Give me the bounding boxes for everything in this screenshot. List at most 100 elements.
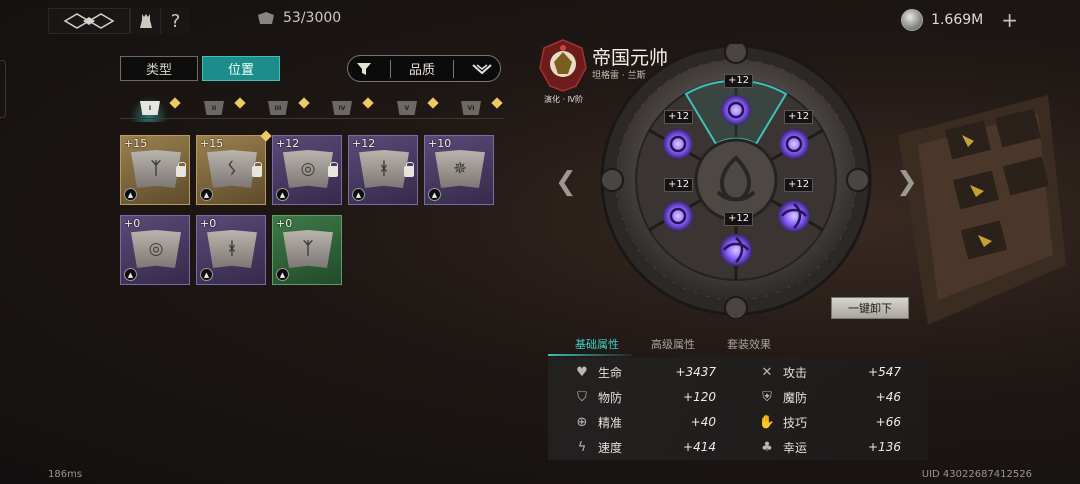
- tab-type[interactable]: 类型: [120, 56, 198, 81]
- rune-card[interactable]: +12 ᚼ ▲: [348, 135, 418, 205]
- slot-filter-2[interactable]: II: [204, 100, 224, 116]
- skill-icon: ✋: [758, 414, 776, 430]
- currency-display: 1.669M +: [901, 8, 1018, 32]
- filter-separator: [452, 59, 454, 78]
- stat-row: ϟ 速度 +414: [574, 436, 716, 458]
- stat-row: ✕ 攻击 +547: [759, 361, 901, 383]
- stat-row: ⛉ 物防 +120: [574, 386, 716, 408]
- slot-level-bottom-left: +12: [664, 178, 694, 192]
- rune-card[interactable]: +10 ✵ ▲: [424, 135, 494, 205]
- rune-card[interactable]: +0 ◎ ▲: [120, 215, 190, 285]
- rune-card[interactable]: +15 ᛉ ▲: [120, 135, 190, 205]
- rune-level: +0: [124, 217, 141, 230]
- slot-level-bottom-right: +12: [784, 178, 814, 192]
- game-logo-icon: [63, 13, 115, 29]
- rune-glyph: ◎: [300, 159, 316, 179]
- new-indicator-icon: [298, 97, 310, 109]
- slot-level-top-left: +12: [664, 110, 694, 124]
- rune-card[interactable]: +12 ◎ ▲: [272, 135, 342, 205]
- lock-icon: [328, 162, 338, 177]
- slot-position-row: I II III IV V VI: [120, 96, 504, 122]
- back-button[interactable]: [48, 8, 130, 34]
- currency-amount: 1.669M: [931, 12, 984, 28]
- new-indicator-icon: [491, 97, 503, 109]
- rune-glyph: ◎: [148, 239, 164, 259]
- heart-icon: ♥: [576, 364, 588, 380]
- new-indicator-icon: [362, 97, 374, 109]
- slot-filter-3[interactable]: III: [268, 100, 288, 116]
- active-tab-underline: [548, 354, 632, 356]
- rune-level: +12: [352, 137, 376, 150]
- rune-glyph: ᚼ: [226, 239, 238, 259]
- clover-icon: ♣: [761, 439, 773, 455]
- new-indicator-icon: [427, 97, 439, 109]
- tab-set-effects[interactable]: 套装效果: [727, 336, 771, 352]
- slot-level-top-right: +12: [784, 110, 814, 124]
- unequip-all-button[interactable]: 一键卸下: [831, 297, 909, 319]
- character-portrait-emblem: [539, 39, 587, 92]
- slot-divider: [120, 118, 504, 119]
- background-rune-box-icon: [898, 95, 1066, 325]
- rune-card[interactable]: +0 ᚼ ▲: [196, 215, 266, 285]
- slot-filter-1[interactable]: I: [140, 100, 160, 116]
- tab-basic-stats[interactable]: 基础属性: [575, 336, 619, 352]
- slot-level-top: +12: [724, 74, 754, 88]
- magic-shield-icon: ⛨: [762, 389, 772, 405]
- new-indicator-icon: [169, 97, 181, 109]
- quality-filter[interactable]: 品质: [347, 55, 501, 82]
- rune-card[interactable]: +15 ᛊ ▲: [196, 130, 272, 205]
- slot-level-bottom: +12: [724, 212, 754, 226]
- help-button[interactable]: ?: [160, 8, 190, 34]
- previous-character-button[interactable]: ❮: [555, 167, 577, 197]
- rune-inventory-grid: +15 ᛉ ▲ +15 ᛊ ▲ +12 ◎ ▲ +12 ᚼ ▲ +10 ✵ ▲ …: [120, 130, 500, 285]
- latency-readout: 186ms: [48, 469, 83, 480]
- new-indicator-icon: [234, 97, 246, 109]
- rune-level: +0: [200, 217, 217, 230]
- helmet-type-icon: ▲: [124, 188, 137, 201]
- stat-row: ♣ 幸运 +136: [759, 436, 901, 458]
- side-drawer-handle[interactable]: [0, 60, 6, 118]
- user-id: UID 43022687412526: [921, 469, 1032, 480]
- lock-icon: [252, 162, 262, 177]
- character-rank: 演化 · Ⅳ阶: [544, 95, 584, 104]
- rune-level: +15: [200, 137, 224, 150]
- rune-glyph: ᛉ: [150, 159, 162, 179]
- rune-wheel: +12 +12 +12 +12 +12 +12: [598, 40, 878, 320]
- stat-row: ✋ 技巧 +66: [758, 414, 901, 430]
- rune-level: +0: [276, 217, 293, 230]
- rune-glyph: ᛉ: [302, 239, 314, 259]
- rune-glyph: ✵: [452, 159, 468, 179]
- swords-icon: ✕: [761, 364, 773, 380]
- stat-row: ♥ 生命 +3437: [574, 361, 716, 383]
- tab-advanced-stats[interactable]: 高级属性: [651, 336, 695, 352]
- add-currency-button[interactable]: +: [1001, 8, 1018, 32]
- rune-glyph: ᚼ: [378, 159, 390, 179]
- helmet-type-icon: ▲: [276, 268, 289, 281]
- new-indicator-icon: [260, 130, 272, 142]
- slot-filter-6[interactable]: VI: [461, 100, 481, 116]
- rune-card[interactable]: +0 ᛉ ▲: [272, 215, 342, 285]
- shield-icon: ⛉: [577, 389, 587, 405]
- helmet-type-icon: ▲: [200, 188, 213, 201]
- helmet-type-icon: ▲: [124, 268, 137, 281]
- helmet-type-icon: ▲: [352, 188, 365, 201]
- stat-tabs: 基础属性 高级属性 套装效果: [548, 336, 928, 356]
- capacity-text: 53/3000: [283, 10, 342, 26]
- slot-filter-5[interactable]: V: [397, 100, 417, 116]
- rune-level: +12: [276, 137, 300, 150]
- lock-icon: [176, 162, 186, 177]
- next-character-button[interactable]: ❯: [896, 167, 918, 197]
- stat-row: ⛨ 魔防 +46: [759, 386, 901, 408]
- silver-coin-icon: [901, 9, 924, 31]
- tab-position[interactable]: 位置: [202, 56, 280, 81]
- filter-icon: [357, 62, 371, 75]
- stats-panel: ♥ 生命 +3437 ⛉ 物防 +120 ⊕ 精准 +40 ϟ 速度 +414 …: [548, 357, 928, 460]
- crosshair-icon: ⊕: [576, 414, 588, 430]
- rune-glyph: ᛊ: [226, 159, 238, 179]
- filter-separator: [389, 59, 391, 78]
- slot-filter-4[interactable]: IV: [332, 100, 352, 116]
- inventory-capacity: 53/3000: [257, 10, 341, 26]
- character-icon[interactable]: [130, 8, 160, 34]
- rune-bag-icon: [258, 12, 274, 24]
- helmet-type-icon: ▲: [276, 188, 289, 201]
